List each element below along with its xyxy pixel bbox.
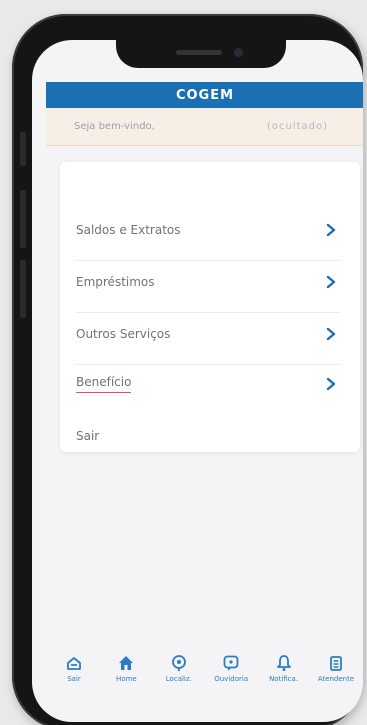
tab-sair[interactable]: Sair: [48, 654, 100, 683]
volume-down-button: [20, 260, 26, 318]
menu-item-emprestimos[interactable]: Empréstimos: [60, 262, 360, 302]
divider: [76, 260, 340, 261]
chevron-right-icon: [326, 224, 336, 236]
divider: [76, 312, 340, 313]
tab-label: Ouvidoria: [214, 675, 249, 683]
chevron-right-icon: [326, 378, 336, 390]
speaker: [176, 50, 222, 55]
phone-frame: COGEM Seja bem-vindo, (ocultado) Saldos …: [12, 14, 363, 725]
tab-localizacao[interactable]: Localiz.: [153, 654, 205, 683]
bottom-tab-bar: Sair Home Localiz. Ouvidoria Notifica. A…: [46, 654, 363, 698]
chat-icon: [223, 655, 239, 671]
device-stage: COGEM Seja bem-vindo, (ocultado) Saldos …: [0, 0, 367, 725]
menu-item-label: Sair: [76, 429, 100, 443]
menu-item-label: Outros Serviços: [76, 327, 171, 341]
chevron-right-icon: [326, 276, 336, 288]
menu-card: Saldos e Extratos Empréstimos Outros Ser…: [60, 162, 360, 452]
welcome-code: (ocultado): [266, 121, 328, 132]
tab-ouvidoria[interactable]: Ouvidoria: [205, 654, 257, 683]
menu-item-label: Saldos e Extratos: [76, 223, 181, 237]
location-icon: [171, 655, 186, 671]
volume-up-button: [20, 190, 26, 248]
tab-notificacoes[interactable]: Notifica.: [258, 654, 310, 683]
tab-atendente[interactable]: Atendente: [310, 654, 362, 683]
app-header: COGEM: [46, 82, 363, 108]
front-camera: [234, 48, 243, 57]
menu-item-beneficio[interactable]: Benefício: [60, 364, 360, 404]
welcome-text: Seja bem-vindo,: [74, 121, 155, 132]
menu-item-sair[interactable]: Sair: [60, 416, 360, 456]
menu-item-label: Benefício: [76, 375, 132, 393]
bell-icon: [276, 655, 291, 671]
tab-label: Notifica.: [269, 675, 299, 683]
notch: [116, 40, 286, 68]
tab-label: Atendente: [317, 675, 355, 683]
phone-screen: COGEM Seja bem-vindo, (ocultado) Saldos …: [32, 40, 363, 722]
tab-label: Home: [116, 675, 137, 683]
logout-icon: [67, 657, 81, 670]
welcome-bar: Seja bem-vindo, (ocultado): [46, 108, 363, 146]
menu-item-outros-servicos[interactable]: Outros Serviços: [60, 314, 360, 354]
menu-item-label: Empréstimos: [76, 275, 155, 289]
app-title: COGEM: [175, 87, 235, 103]
home-icon: [119, 656, 134, 670]
menu-item-saldos-e-extratos[interactable]: Saldos e Extratos: [60, 210, 360, 250]
chevron-right-icon: [326, 328, 336, 340]
mute-switch: [20, 132, 26, 166]
tab-home[interactable]: Home: [100, 654, 152, 683]
tab-label: Localiz.: [165, 675, 192, 683]
support-icon: [330, 656, 342, 671]
tab-label: Sair: [67, 675, 81, 683]
